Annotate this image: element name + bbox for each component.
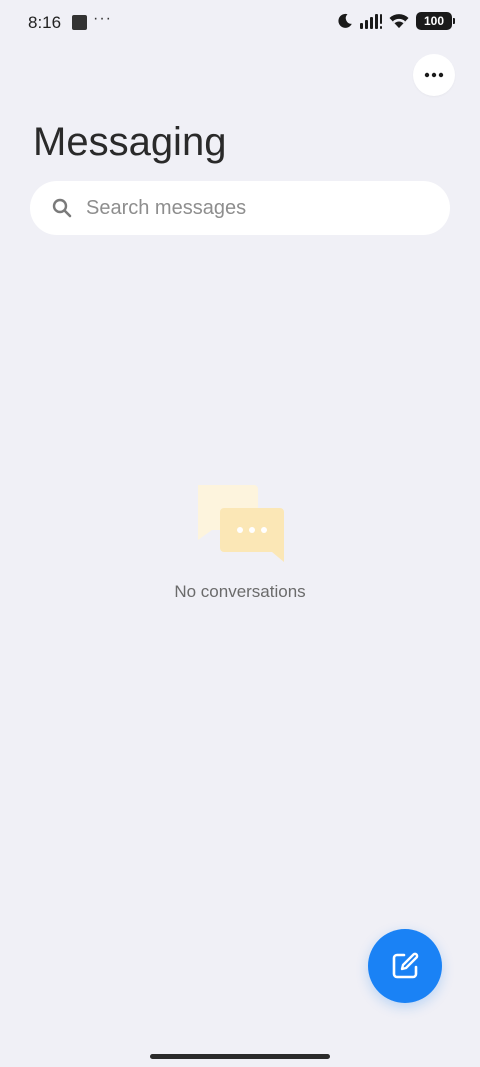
battery-icon: 100 [416,12,455,30]
compose-icon [392,952,419,979]
status-overflow: ··· [93,10,112,27]
compose-message-button[interactable] [368,929,442,1003]
status-time: 8:16 [28,13,62,32]
search-input[interactable] [84,195,418,221]
moon-icon [338,13,352,28]
empty-state: No conversations [0,482,480,602]
status-bar: 8:16 ··· 100 [0,0,480,46]
home-indicator[interactable] [150,1054,330,1059]
chat-bubbles-icon [198,485,284,562]
signal-icon [360,14,382,29]
notification-square-icon [72,15,87,30]
empty-state-message: No conversations [174,582,306,601]
more-horizontal-icon [424,72,444,78]
status-icons: 100 [337,12,455,30]
search-bar[interactable] [30,181,450,235]
wifi-icon [389,14,409,28]
search-icon [52,198,72,218]
page-title: Messaging [33,120,227,164]
more-options-button[interactable] [413,54,455,96]
